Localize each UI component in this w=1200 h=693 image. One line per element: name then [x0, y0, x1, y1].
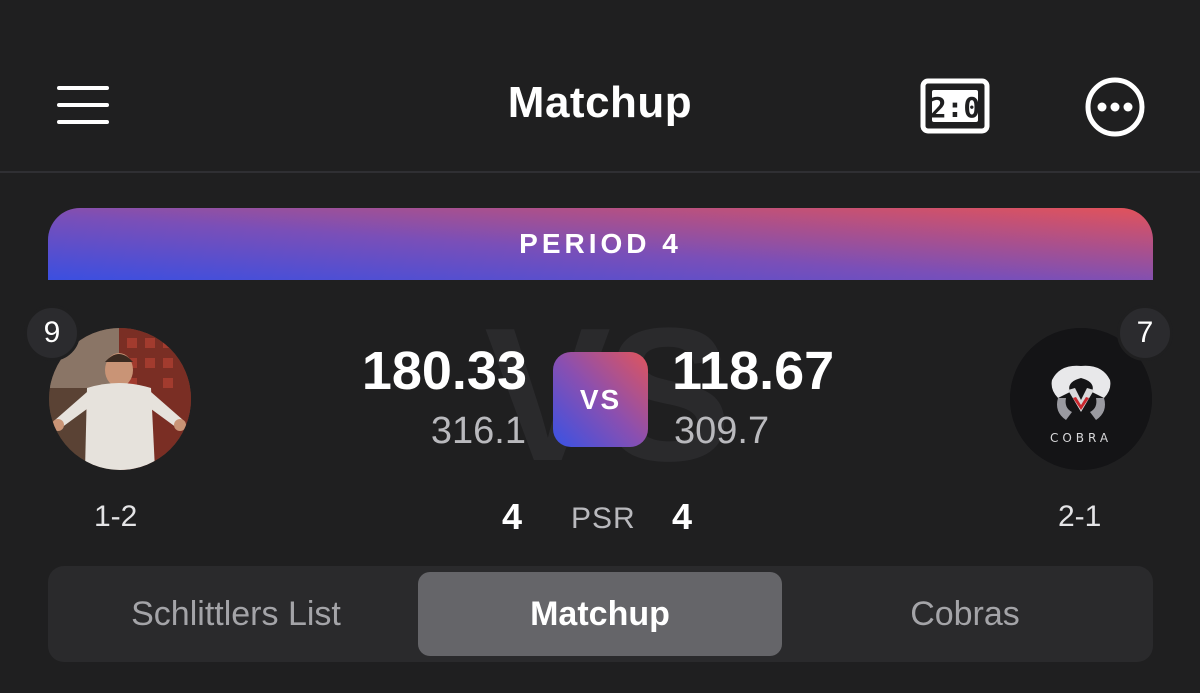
- right-team-seed-badge: 7: [1117, 305, 1173, 361]
- left-team-seed-badge: 9: [24, 305, 80, 361]
- right-team-psr: 4: [672, 496, 693, 537]
- tab-cobras[interactable]: Cobras: [784, 572, 1146, 656]
- right-team-record: 2-1: [1058, 500, 1102, 533]
- right-team-score: 118.67: [672, 341, 835, 401]
- left-team-score: 180.33: [361, 341, 527, 401]
- scoreboard-icon[interactable]: 2:0: [920, 78, 990, 134]
- more-options-icon[interactable]: [1084, 76, 1146, 138]
- tab-matchup[interactable]: Matchup: [418, 572, 782, 656]
- left-team-psr: 4: [502, 496, 523, 537]
- page-title: Matchup: [507, 78, 693, 127]
- left-team-projected-score: 316.1: [430, 410, 526, 452]
- top-app-bar: Matchup 2:0: [0, 0, 1200, 173]
- psr-label: PSR: [571, 502, 636, 535]
- left-team-record: 1-2: [94, 500, 138, 533]
- tab-schlittlers-list[interactable]: Schlittlers List: [56, 572, 416, 656]
- vs-badge: VS: [553, 352, 648, 447]
- cobra-logo-text: COBRA: [1050, 431, 1112, 445]
- matchup-tab-bar: Schlittlers List Matchup Cobras: [48, 566, 1153, 662]
- scoreboard-icon-text: 2:0: [930, 91, 981, 124]
- right-team-projected-score: 309.7: [674, 410, 770, 452]
- period-banner: PERIOD 4: [48, 208, 1153, 280]
- period-label: PERIOD 4: [519, 228, 682, 259]
